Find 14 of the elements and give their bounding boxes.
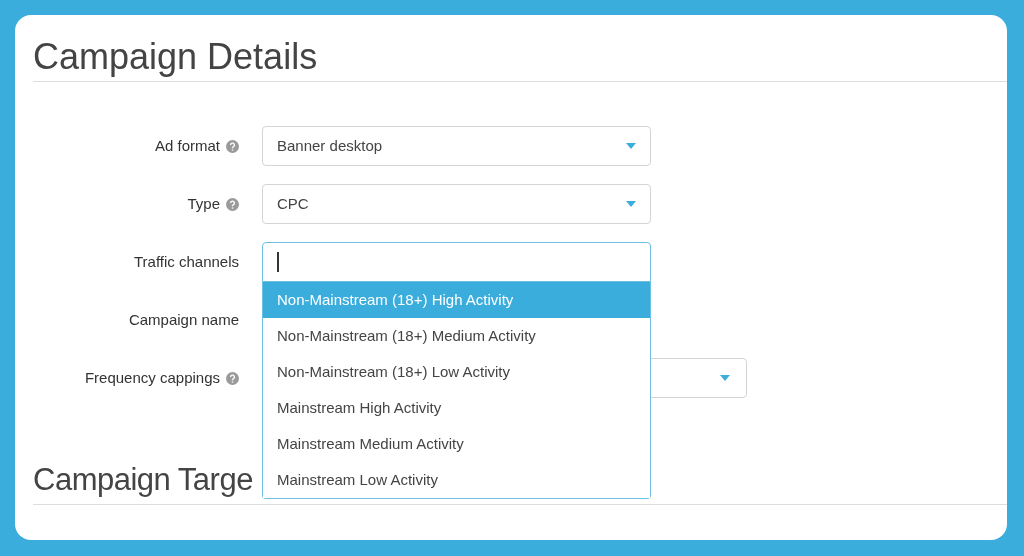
field-label: Ad format: [154, 135, 220, 156]
select-field[interactable]: CPC: [262, 184, 651, 224]
search-input[interactable]: [262, 242, 651, 282]
field-label: Traffic channels: [133, 251, 239, 272]
section-title: Campaign Targe: [33, 461, 253, 499]
field-label: Campaign name: [128, 309, 239, 330]
field-label: Frequency cappings: [84, 367, 220, 388]
caret-icon: [720, 375, 730, 381]
field-label: Type: [187, 193, 220, 214]
select-field[interactable]: Banner desktop: [262, 126, 651, 166]
section-title: Campaign Details: [33, 35, 319, 79]
text-cursor: [277, 252, 279, 272]
caret-icon: [626, 201, 636, 207]
caret-icon: [626, 143, 636, 149]
